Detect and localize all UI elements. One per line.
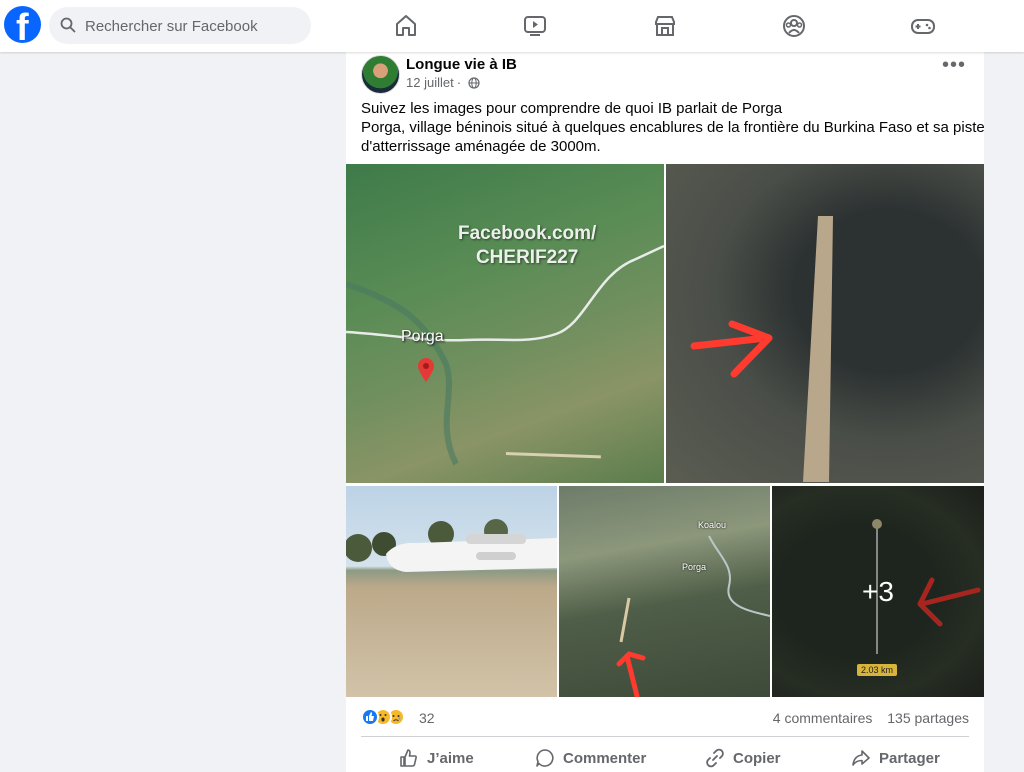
copy-label: Copier — [733, 749, 781, 767]
video-icon[interactable] — [522, 13, 548, 39]
facebook-logo[interactable]: f — [4, 6, 41, 43]
link-icon — [706, 748, 724, 768]
search-input[interactable] — [83, 7, 307, 46]
shares-count[interactable]: 135 partages — [887, 710, 969, 726]
marketplace-icon[interactable] — [652, 13, 678, 39]
top-bar: f — [0, 0, 1024, 52]
home-icon[interactable] — [393, 13, 419, 39]
groups-icon[interactable] — [781, 13, 807, 39]
copy-button[interactable]: Copier — [705, 746, 781, 770]
photo-terrain[interactable]: Koalou Porga — [559, 486, 770, 697]
search-box[interactable] — [49, 7, 311, 46]
post-stats: 4 commentaires 135 partages — [762, 710, 969, 726]
comment-icon — [536, 749, 554, 767]
photo-runway[interactable] — [666, 164, 984, 483]
post-card: Longue vie à IB 12 juillet · ••• Suivez l… — [346, 52, 985, 772]
map-label-porga: Porga — [682, 562, 707, 572]
comment-button[interactable]: Commenter — [535, 746, 646, 770]
thumbs-up-icon — [400, 749, 417, 767]
photo-more[interactable]: +3 2.03 km — [772, 486, 984, 697]
share-label: Partager — [879, 749, 940, 767]
author-name[interactable]: Longue vie à IB — [406, 56, 517, 73]
more-options-icon[interactable]: ••• — [942, 55, 966, 75]
distance-label: 2.03 km — [857, 664, 898, 676]
search-icon — [60, 17, 76, 33]
map-pin-icon — [418, 358, 434, 382]
post-text-line: d'atterrissage aménagée de 3000m. — [361, 138, 601, 155]
post-text-line: Suivez les images pour comprendre de quo… — [361, 100, 783, 117]
share-icon — [852, 750, 870, 766]
watermark: Facebook.com/ CHERIF227 — [458, 222, 596, 270]
share-button[interactable]: Partager — [851, 746, 940, 770]
post-date-text[interactable]: 12 juillet — [406, 75, 454, 90]
aircraft-illustration — [346, 519, 557, 572]
terrain-illustration — [616, 535, 770, 697]
runway-illustration — [690, 216, 833, 482]
post-date: 12 juillet · — [406, 75, 480, 90]
globe-icon — [468, 77, 480, 89]
comment-label: Commenter — [563, 749, 647, 767]
post-text: Suivez les images pour comprendre de quo… — [361, 99, 985, 156]
like-button[interactable]: J’aime — [399, 746, 474, 770]
comments-count[interactable]: 4 commentaires — [773, 710, 873, 726]
photo-map[interactable]: Facebook.com/ CHERIF227 Porga — [346, 164, 664, 483]
facebook-logo-letter: f — [16, 7, 29, 43]
post-text-line: Porga, village béninois situé à quelques… — [361, 119, 985, 136]
reaction-count[interactable]: 32 — [419, 710, 435, 726]
divider — [361, 736, 969, 737]
like-label: J’aime — [427, 749, 474, 767]
author-avatar[interactable] — [361, 55, 400, 94]
watermark-line-1: Facebook.com/ — [458, 223, 597, 244]
gaming-icon[interactable] — [910, 13, 936, 39]
map-label: Porga — [401, 328, 444, 345]
map-label-koalou: Koalou — [698, 520, 727, 530]
like-icon — [361, 708, 379, 726]
photo-aircraft[interactable] — [346, 486, 557, 697]
map-river-illustration — [346, 244, 664, 466]
watermark-line-2: CHERIF227 — [475, 247, 579, 268]
more-photos-count[interactable]: +3 — [772, 576, 984, 608]
